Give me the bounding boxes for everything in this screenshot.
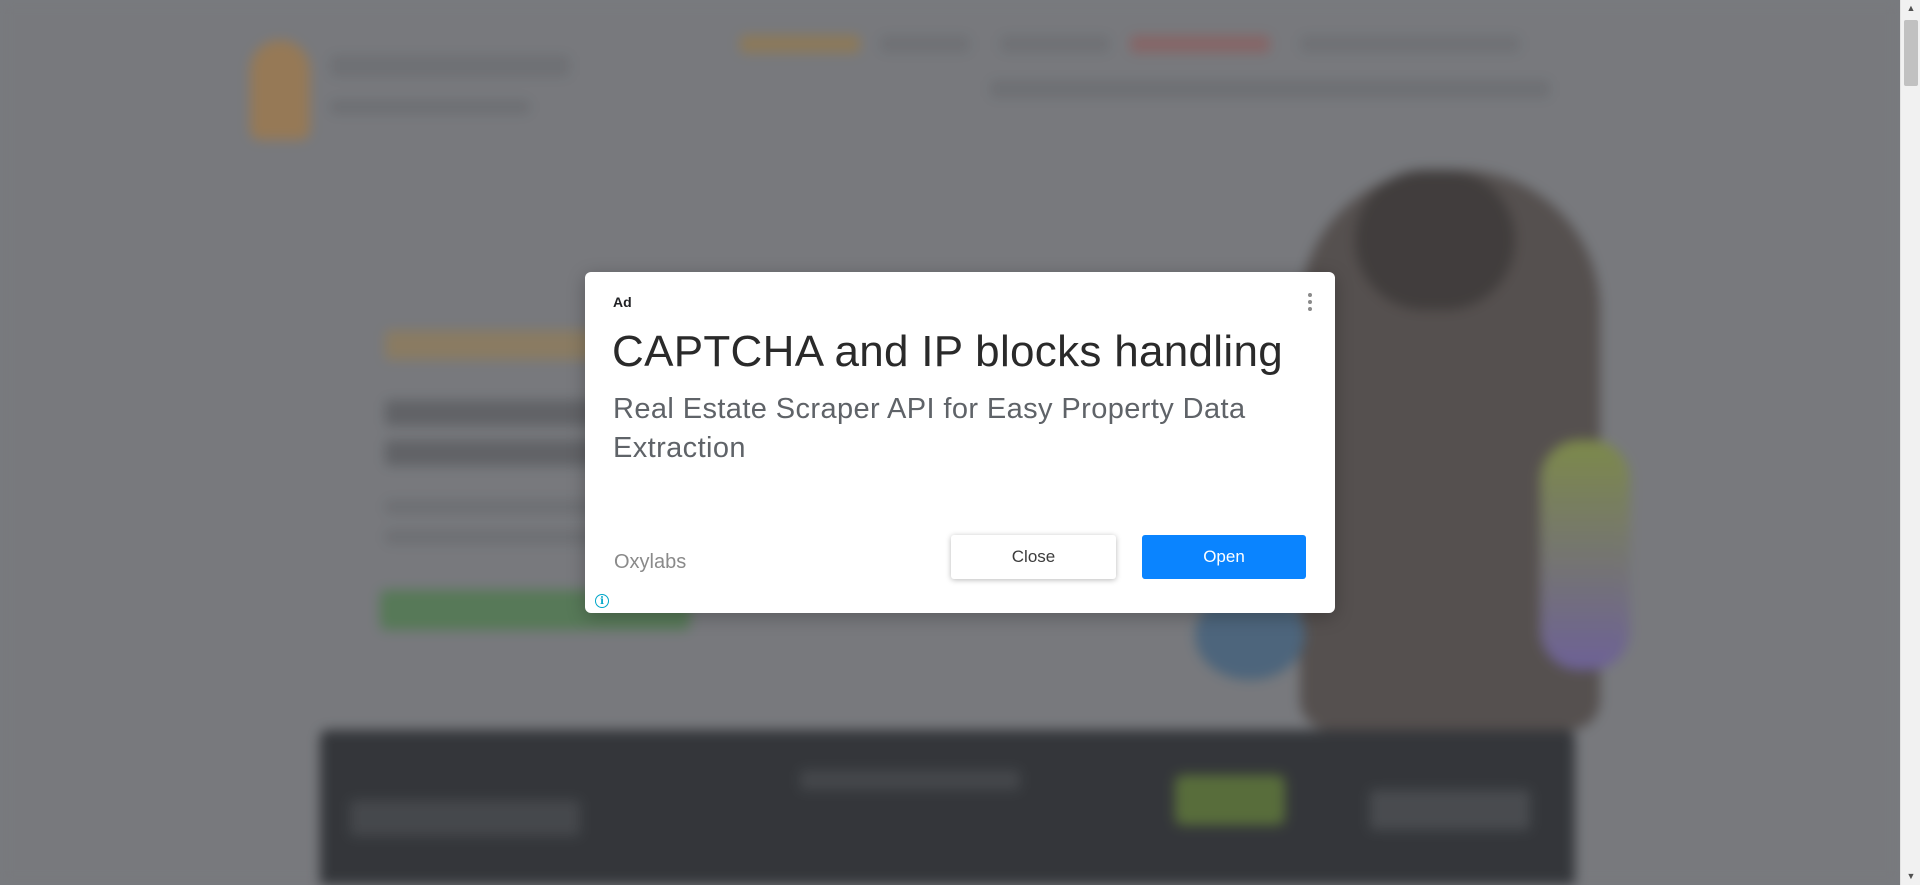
vertical-scrollbar[interactable]: ▲ ▼ (1900, 0, 1920, 885)
ad-dialog: Ad CAPTCHA and IP blocks handling Real E… (585, 272, 1335, 613)
info-icon[interactable]: i (595, 594, 609, 608)
ad-label: Ad (613, 294, 632, 310)
scroll-up-icon[interactable]: ▲ (1901, 0, 1920, 17)
scrollbar-thumb[interactable] (1904, 20, 1918, 86)
ad-headline[interactable]: CAPTCHA and IP blocks handling (612, 327, 1283, 377)
close-button[interactable]: Close (951, 535, 1116, 579)
ad-description[interactable]: Real Estate Scraper API for Easy Propert… (613, 390, 1313, 468)
scroll-down-icon[interactable]: ▼ (1901, 868, 1920, 885)
ad-advertiser[interactable]: Oxylabs (614, 551, 686, 574)
open-button[interactable]: Open (1142, 535, 1306, 579)
more-vertical-icon[interactable] (1303, 290, 1317, 314)
